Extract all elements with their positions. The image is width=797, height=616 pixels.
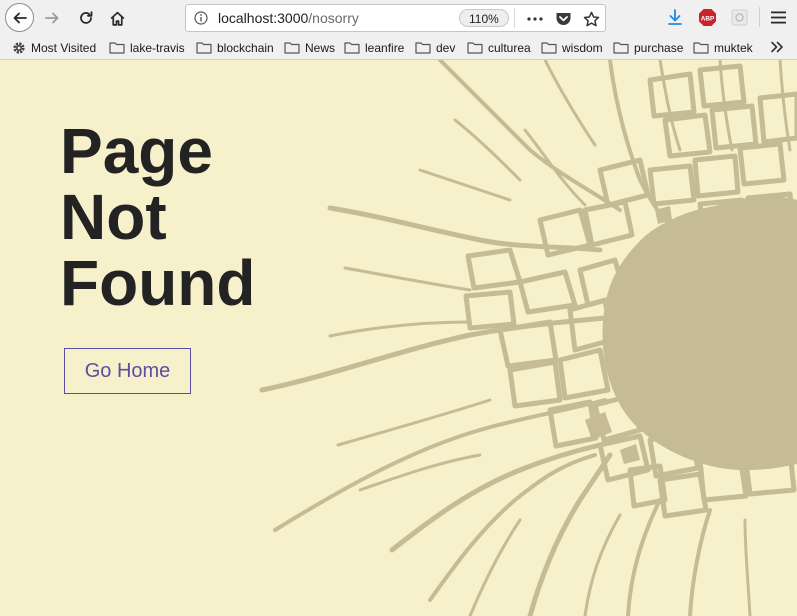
gear-icon xyxy=(13,41,25,54)
page-actions-button[interactable] xyxy=(526,10,544,28)
page-title-line: Page xyxy=(60,115,213,187)
main-menu-button[interactable] xyxy=(768,7,788,27)
reload-button[interactable] xyxy=(72,4,100,32)
bookmark-star-button[interactable] xyxy=(582,10,600,28)
folder-icon xyxy=(613,42,629,54)
bookmarks-overflow-button[interactable] xyxy=(769,39,785,55)
pocket-icon xyxy=(556,13,570,25)
page-title-line: Found xyxy=(60,247,256,319)
url-host: localhost:3000 xyxy=(218,10,309,26)
bookmark-folder-lake-travis[interactable]: lake-travis xyxy=(109,39,185,56)
page-title-line: Not xyxy=(60,181,167,253)
bookmark-label: wisdom xyxy=(562,40,603,55)
reload-icon xyxy=(80,11,93,24)
star-icon xyxy=(583,11,599,26)
extension-icon xyxy=(731,9,747,25)
abp-icon: ABP xyxy=(698,8,716,26)
folder-icon xyxy=(415,42,431,54)
download-icon xyxy=(668,8,682,25)
zoom-level-badge[interactable]: 110% xyxy=(459,9,509,27)
hamburger-menu-icon xyxy=(770,11,786,23)
abp-label: ABP xyxy=(700,15,714,22)
url-text[interactable]: localhost:3000/nosorry xyxy=(218,10,359,26)
bookmarks-toolbar: Most Visited lake-travis blockchain News… xyxy=(0,36,797,58)
folder-icon xyxy=(109,42,125,54)
browser-chrome: localhost:3000/nosorry 110% ABP Most Vis… xyxy=(0,0,797,60)
url-bar[interactable]: localhost:3000/nosorry 110% xyxy=(185,4,606,32)
bookmark-folder-wisdom[interactable]: wisdom xyxy=(541,39,603,56)
url-separator xyxy=(514,8,515,28)
folder-icon xyxy=(196,42,212,54)
folder-icon xyxy=(541,42,557,54)
folder-icon xyxy=(284,42,300,54)
bookmark-label: culturea xyxy=(488,40,531,55)
navigation-toolbar: localhost:3000/nosorry 110% ABP xyxy=(0,0,797,35)
bookmark-folder-muktek[interactable]: muktek xyxy=(693,39,753,56)
more-dots-icon xyxy=(527,17,543,21)
forward-button[interactable] xyxy=(38,4,66,32)
adblock-button[interactable]: ABP xyxy=(697,7,717,27)
bookmark-label: dev xyxy=(436,40,456,55)
downloads-button[interactable] xyxy=(665,7,685,27)
folder-icon xyxy=(693,42,709,54)
go-home-button[interactable]: Go Home xyxy=(64,348,191,394)
forward-arrow-icon xyxy=(45,12,59,24)
extension-button[interactable] xyxy=(729,7,749,27)
bookmark-folder-blockchain[interactable]: blockchain xyxy=(196,39,274,56)
page-title: Page Not Found xyxy=(60,118,255,316)
bookmark-label: Most Visited xyxy=(31,40,97,55)
bookmark-label: lake-travis xyxy=(130,40,185,55)
pocket-button[interactable] xyxy=(554,10,572,28)
bookmark-label: muktek xyxy=(714,40,753,55)
chevron-double-right-icon xyxy=(771,41,783,53)
home-icon xyxy=(110,11,124,26)
page-content: Page Not Found Go Home xyxy=(0,60,797,616)
bookmark-folder-culturea[interactable]: culturea xyxy=(467,39,531,56)
bookmark-label: leanfire xyxy=(365,40,405,55)
bookmark-folder-leanfire[interactable]: leanfire xyxy=(344,39,404,56)
bookmark-folder-dev[interactable]: dev xyxy=(415,39,455,56)
bookmark-most-visited[interactable]: Most Visited xyxy=(12,39,96,56)
bookmark-folder-news[interactable]: News xyxy=(284,39,335,56)
back-arrow-icon xyxy=(13,12,27,23)
toolbar-separator xyxy=(759,7,760,27)
bookmark-label: purchase xyxy=(634,40,684,55)
bookmark-label: blockchain xyxy=(217,40,274,55)
folder-icon xyxy=(344,42,360,54)
bookmark-folder-purchase[interactable]: purchase xyxy=(613,39,683,56)
home-button[interactable] xyxy=(103,4,131,32)
back-button[interactable] xyxy=(5,3,34,32)
folder-icon xyxy=(467,42,483,54)
info-icon[interactable] xyxy=(194,11,208,25)
url-path: /nosorry xyxy=(308,10,359,26)
bookmark-label: News xyxy=(305,40,336,55)
